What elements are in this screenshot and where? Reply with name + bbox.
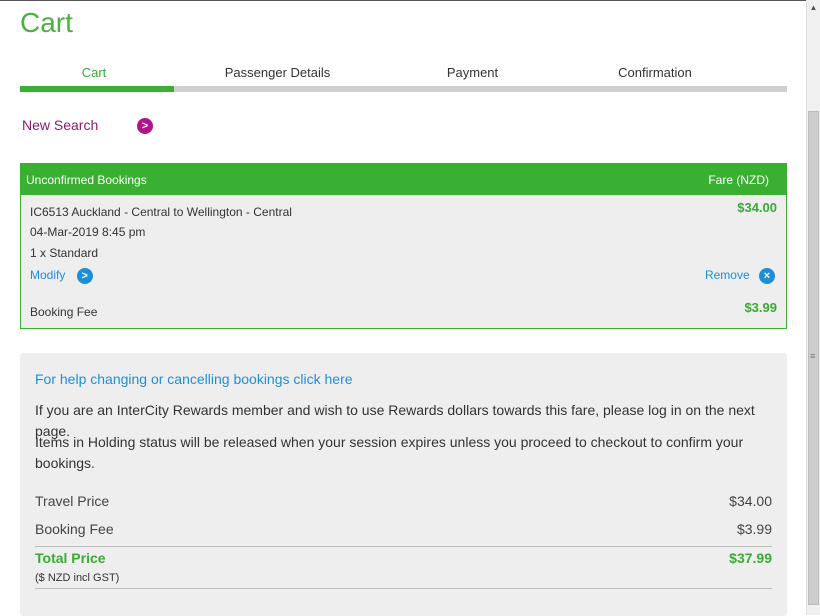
unconfirmed-bookings-panel: Unconfirmed Bookings Fare (NZD) IC6513 A… bbox=[20, 163, 787, 329]
vertical-scrollbar[interactable]: ▲ ≡ bbox=[806, 0, 820, 615]
scrollbar-thumb[interactable]: ≡ bbox=[808, 111, 819, 605]
divider bbox=[35, 546, 772, 547]
progress-bar-fill bbox=[20, 86, 174, 92]
travel-price-label: Travel Price bbox=[35, 493, 110, 509]
step-confirmation: Confirmation bbox=[618, 65, 692, 80]
booking-fee-amount: $3.99 bbox=[744, 300, 777, 315]
modify-link[interactable]: Modify > bbox=[30, 268, 93, 284]
booking-passengers: 1 x Standard bbox=[30, 246, 99, 260]
step-passenger-details: Passenger Details bbox=[224, 65, 331, 80]
new-search-link[interactable]: New Search bbox=[22, 117, 98, 133]
total-price-label: Total Price bbox=[35, 550, 106, 566]
page: Cart Cart Passenger Details Payment Conf… bbox=[0, 0, 806, 616]
booking-fee-label: Booking Fee bbox=[30, 305, 98, 319]
travel-price-row: Travel Price $34.00 bbox=[35, 493, 772, 509]
chevron-right-icon[interactable]: > bbox=[76, 268, 93, 284]
remove-label[interactable]: Remove bbox=[705, 268, 750, 282]
summary-booking-fee-value: $3.99 bbox=[736, 521, 772, 537]
gst-note: ($ NZD incl GST) bbox=[35, 572, 120, 584]
modify-label[interactable]: Modify bbox=[30, 268, 65, 282]
summary-booking-fee-label: Booking Fee bbox=[35, 521, 114, 537]
holding-status-note: Items in Holding status will be released… bbox=[35, 434, 744, 471]
step-cart: Cart bbox=[81, 65, 107, 80]
progress-steps: Cart Passenger Details Payment Confirmat… bbox=[20, 65, 787, 93]
help-changing-bookings-link[interactable]: For help changing or cancelling bookings… bbox=[35, 371, 353, 387]
scroll-up-arrow-icon[interactable]: ▲ bbox=[807, 0, 820, 15]
close-icon[interactable]: × bbox=[759, 268, 775, 284]
total-price-row: Total Price $37.99 bbox=[35, 550, 772, 566]
divider bbox=[35, 588, 772, 589]
booking-fare: $34.00 bbox=[737, 200, 777, 215]
page-title: Cart bbox=[20, 7, 73, 38]
travel-price-value: $34.00 bbox=[729, 493, 772, 509]
booking-datetime: 04-Mar-2019 8:45 pm bbox=[30, 225, 146, 239]
chevron-right-icon[interactable]: > bbox=[137, 118, 153, 134]
bookings-header: Unconfirmed Bookings Fare (NZD) bbox=[21, 164, 786, 195]
fare-column-header: Fare (NZD) bbox=[708, 173, 769, 187]
booking-fee-row: Booking Fee $3.99 bbox=[35, 521, 772, 537]
bookings-header-title: Unconfirmed Bookings bbox=[26, 173, 147, 187]
cart-summary-panel: For help changing or cancelling bookings… bbox=[20, 353, 787, 616]
remove-link[interactable]: Remove × bbox=[705, 268, 775, 284]
grip-icon: ≡ bbox=[810, 351, 816, 361]
step-payment: Payment bbox=[446, 65, 499, 80]
progress-bar bbox=[20, 86, 787, 92]
booking-route: IC6513 Auckland - Central to Wellington … bbox=[30, 205, 292, 219]
total-price-value: $37.99 bbox=[729, 550, 772, 566]
